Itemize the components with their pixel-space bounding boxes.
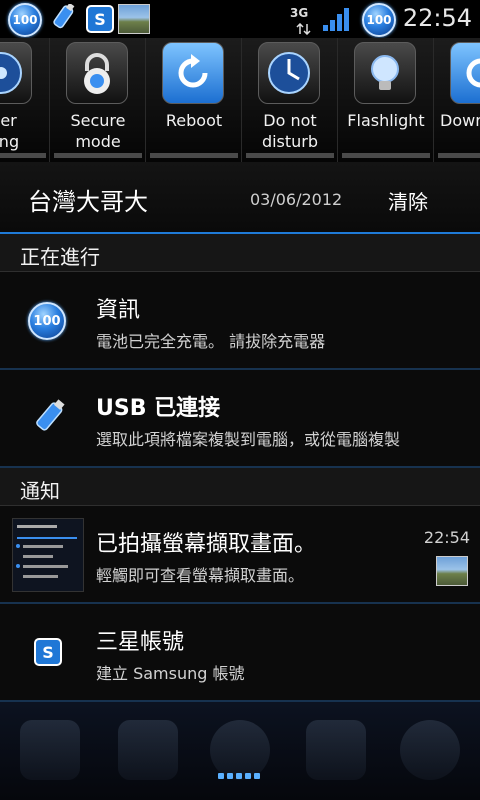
battery-100-icon: 100 xyxy=(362,3,396,37)
section-notifications: 通知 xyxy=(0,468,480,506)
do-not-disturb-icon xyxy=(258,42,320,104)
notification-battery-info[interactable]: 100 資訊 電池已完全充電。 請拔除充電器 xyxy=(0,272,480,370)
power-saving-icon xyxy=(0,42,32,104)
screenshot-thumbnail-icon xyxy=(436,556,468,586)
toggle-download[interactable]: Dowr xyxy=(434,38,480,162)
flashlight-icon xyxy=(354,42,416,104)
notification-subtitle: 電池已完全充電。 請拔除充電器 xyxy=(96,332,326,351)
toggle-indicator xyxy=(438,153,480,158)
toggle-label: Secure mode xyxy=(70,111,126,151)
status-bar: 100 S 3G 100 22:54 xyxy=(0,0,480,38)
email-icon xyxy=(118,720,178,780)
toggle-label: wer ving xyxy=(0,111,20,151)
carrier-name: 台灣大哥大 xyxy=(28,188,148,216)
toggle-indicator xyxy=(342,153,430,158)
toggle-indicator xyxy=(54,153,142,158)
header-date: 03/06/2012 xyxy=(250,190,343,209)
screenshot-preview-icon xyxy=(12,518,84,592)
toggle-reboot[interactable]: Reboot xyxy=(146,38,242,162)
usb-icon xyxy=(28,398,68,442)
notification-subtitle: 輕觸即可查看螢幕擷取畫面。 xyxy=(96,566,305,585)
section-ongoing: 正在進行 xyxy=(0,234,480,272)
quick-toggles: wer ving Secure mode Reboot Do not distu… xyxy=(0,38,480,162)
toggle-secure-mode[interactable]: Secure mode xyxy=(50,38,146,162)
data-arrows-icon xyxy=(296,20,312,39)
notification-subtitle: 建立 Samsung 帳號 xyxy=(96,664,245,683)
toggle-indicator xyxy=(150,153,238,158)
phone-icon xyxy=(20,720,80,780)
toggle-label: Do not disturb xyxy=(261,111,319,151)
clear-button[interactable]: 清除 xyxy=(388,186,428,215)
section-title: 正在進行 xyxy=(20,245,100,269)
notification-samsung-account[interactable]: S 三星帳號 建立 Samsung 帳號 xyxy=(0,604,480,702)
messages-icon xyxy=(306,720,366,780)
notification-title: USB 已連接 xyxy=(96,396,221,421)
network-type-label: 3G xyxy=(290,6,309,20)
toggle-power-saving[interactable]: wer ving xyxy=(0,38,50,162)
signal-icon xyxy=(322,6,352,36)
notification-subtitle: 選取此項將檔案複製到電腦，或從電腦複製 xyxy=(96,430,401,449)
battery-100-icon: 100 xyxy=(8,3,42,37)
reboot-icon xyxy=(162,42,224,104)
browser-icon xyxy=(400,720,460,780)
notification-title: 資訊 xyxy=(96,298,141,323)
drag-handle[interactable] xyxy=(218,770,264,782)
status-time: 22:54 xyxy=(402,4,472,32)
download-icon xyxy=(450,42,480,104)
notification-screenshot[interactable]: 已拍攝螢幕擷取畫面。 輕觸即可查看螢幕擷取畫面。 22:54 xyxy=(0,506,480,604)
screenshot-thumbnail-icon xyxy=(118,4,150,34)
notification-header: 台灣大哥大 03/06/2012 清除 xyxy=(0,162,480,234)
toggle-flashlight[interactable]: Flashlight xyxy=(338,38,434,162)
section-title: 通知 xyxy=(20,479,60,503)
notification-usb-connected[interactable]: USB 已連接 選取此項將檔案複製到電腦，或從電腦複製 xyxy=(0,370,480,468)
toggle-label: Dowr xyxy=(440,111,480,130)
notification-title: 三星帳號 xyxy=(96,630,185,655)
toggle-indicator xyxy=(246,153,334,158)
toggle-label: Flashlight xyxy=(347,111,425,130)
usb-icon xyxy=(48,2,78,38)
samsung-account-icon: S xyxy=(34,638,62,666)
toggle-indicator xyxy=(0,153,46,158)
notification-title: 已拍攝螢幕擷取畫面。 xyxy=(96,532,317,557)
battery-100-icon: 100 xyxy=(28,302,66,340)
lock-icon xyxy=(66,42,128,104)
notification-time: 22:54 xyxy=(423,528,470,547)
toggle-do-not-disturb[interactable]: Do not disturb xyxy=(242,38,338,162)
toggle-label: Reboot xyxy=(165,111,223,130)
samsung-account-icon: S xyxy=(86,5,114,33)
home-dock-background xyxy=(0,702,480,800)
